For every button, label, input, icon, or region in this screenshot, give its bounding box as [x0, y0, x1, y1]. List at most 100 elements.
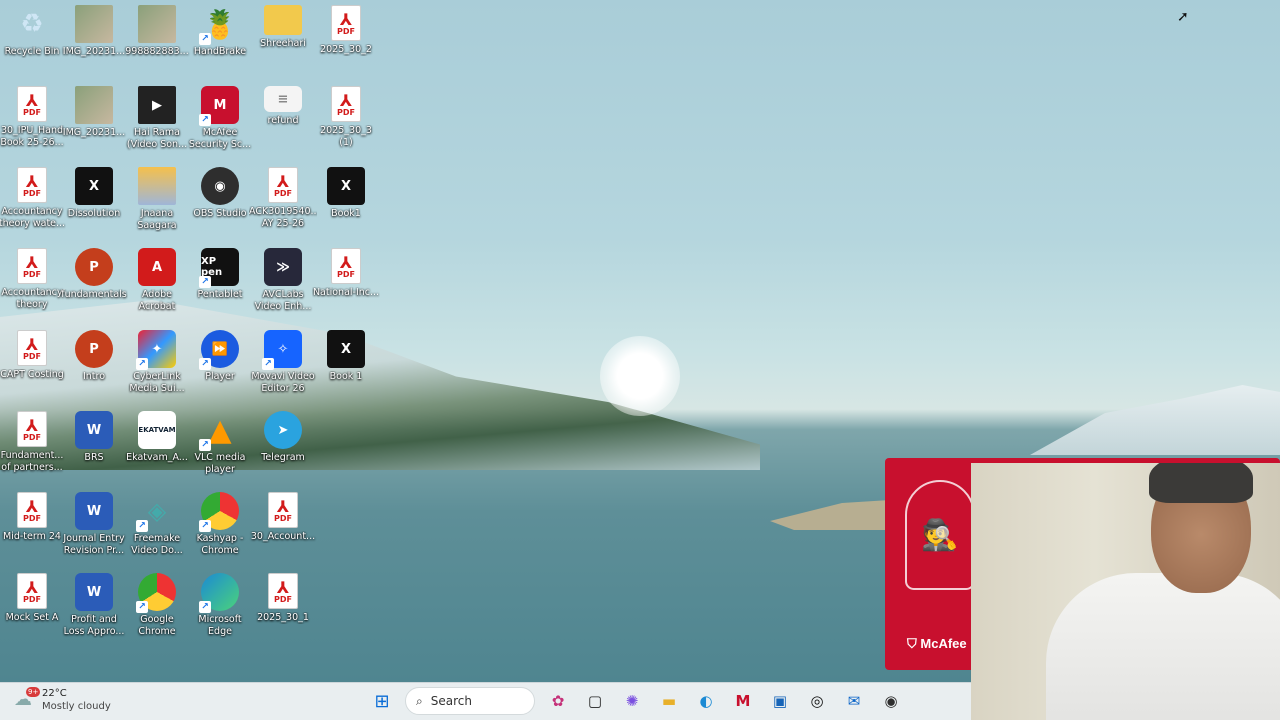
word-file-icon: W — [75, 492, 113, 530]
dell-icon: ◎ — [810, 692, 824, 710]
word-file-icon: W — [75, 411, 113, 449]
desktop-icon-freemake[interactable]: ◈Freemake Video Do... — [125, 492, 189, 557]
powerpoint-file-icon: P — [75, 330, 113, 368]
pdf-file-icon: PDF — [331, 248, 361, 284]
desktop-icon-mock-set-a[interactable]: PDF Mock Set A — [0, 573, 64, 624]
mcafee-logo: ⛉ McAfee — [907, 636, 967, 652]
taskbar-obs-button[interactable]: ◉ — [877, 687, 905, 715]
desktop-icon-pentablet[interactable]: XP penPentablet — [188, 248, 252, 301]
desktop-icon-img-1[interactable]: IMG_20231... — [62, 5, 126, 58]
desktop-icon-book1[interactable]: X Book1 — [314, 167, 378, 220]
desktop-icon-google-chrome[interactable]: Google Chrome — [125, 573, 189, 638]
wallpaper-sandbar — [770, 500, 890, 530]
desktop-icon-30-account[interactable]: PDF 30_Account... — [251, 492, 315, 543]
desktop-icon-img-3[interactable]: IMG_20231... — [62, 86, 126, 139]
desktop-icon-ekatvam[interactable]: EKATVAM Ekatvam_A... — [125, 411, 189, 464]
desktop-icon-avclabs[interactable]: ≫ AVCLabs Video Enh... — [251, 248, 315, 313]
desktop-icon-obs-studio[interactable]: ◉ OBS Studio — [188, 167, 252, 220]
document-file-icon: ≡ — [264, 86, 302, 112]
weather-temperature: 22°C — [42, 688, 67, 699]
desktop-icon-label: Google Chrome — [138, 614, 176, 637]
desktop-icon-cyberlink[interactable]: ✦CyberLink Media Sui... — [125, 330, 189, 395]
desktop-icon-player[interactable]: ⏩Player — [188, 330, 252, 383]
recycle-bin-icon: ♻ — [20, 9, 44, 39]
desktop-icon-national-inc[interactable]: PDF National-Inc... — [313, 248, 379, 299]
desktop-icon-label: 2025_30_1 — [257, 612, 309, 623]
weather-condition: Mostly cloudy — [42, 701, 111, 712]
cloud-icon: ☁ 9+ — [14, 687, 41, 710]
desktop-icon-refund[interactable]: ≡ refund — [251, 86, 315, 127]
taskbar-center: ⊞ ⌕ Search ✿ ▢ ✺ ▬ ◐ M ▣ ◎ ✉ ◉ — [368, 687, 905, 715]
desktop-icon-pdf-2025-30-2[interactable]: PDF 2025_30_2 — [314, 5, 378, 56]
desktop-icon-jnaana-saagara[interactable]: Jnaana Saagara — [125, 167, 189, 232]
desktop-icon-label: 998882883... — [125, 46, 189, 57]
desktop-icon-pdf-2025-30-1[interactable]: PDF 2025_30_1 — [251, 573, 315, 624]
taskbar-copilot-button[interactable]: ✺ — [618, 687, 646, 715]
folder-icon — [264, 5, 302, 35]
desktop-icon-label: Pentablet — [197, 289, 243, 300]
pdf-file-icon: PDF — [268, 573, 298, 609]
desktop-icon-fundamentals[interactable]: Pfundamentals — [61, 248, 127, 301]
desktop-icon-handbrake[interactable]: 🍍HandBrake — [188, 5, 252, 58]
desktop-icon-accountancy-theory-wate[interactable]: PDF Accountancy theory wate... — [0, 167, 65, 230]
desktop-icon-hai-rama[interactable]: ▶ Hai Rama (Video Son... — [125, 86, 189, 151]
search-placeholder: Search — [430, 694, 472, 708]
taskbar-mcafee-button[interactable]: M — [729, 687, 757, 715]
desktop-icon-adobe-acrobat[interactable]: A Adobe Acrobat — [125, 248, 189, 313]
desktop-icon-book-1[interactable]: X Book 1 — [314, 330, 378, 383]
obs-icon: ◉ — [884, 692, 898, 710]
desktop-icon-label: IMG_20231... — [62, 127, 126, 138]
desktop-icon-label: 2025_30_3 (1) — [320, 125, 372, 148]
desktop-icon-label: CAPT Costing — [0, 369, 64, 380]
desktop-icon-ack-pdf[interactable]: PDF ACK3019540... AY 25-26 — [249, 167, 317, 230]
desktop-icon-accountancy-theory[interactable]: PDF Accountancy theory — [0, 248, 64, 311]
taskbar-dell-button[interactable]: ◎ — [803, 687, 831, 715]
widgets-icon: ✿ — [551, 692, 565, 710]
pdf-file-icon: PDF — [268, 167, 298, 203]
desktop-icon-label: Microsoft Edge — [198, 614, 242, 637]
desktop-icon-label: Intro — [82, 371, 106, 382]
desktop-icon-brs[interactable]: W BRS — [62, 411, 126, 464]
desktop-icon-label: Adobe Acrobat — [138, 289, 176, 312]
desktop-icon-kashyap-chrome[interactable]: Kashyap - Chrome — [188, 492, 252, 557]
desktop-icon-mcafee[interactable]: MMcAfee Security Sc... — [188, 86, 252, 151]
desktop-icon-intro[interactable]: P Intro — [62, 330, 126, 383]
taskbar-task-view-button[interactable]: ▢ — [581, 687, 609, 715]
xp-pen-icon: XP pen — [199, 248, 239, 288]
taskbar-file-explorer-button[interactable]: ▬ — [655, 687, 683, 715]
desktop-icon-movavi[interactable]: ✧Movavi Video Editor 26 — [251, 330, 315, 395]
cyberlink-icon: ✦ — [136, 330, 176, 370]
desktop-icon-profit-loss[interactable]: W Profit and Loss Appro... — [62, 573, 126, 638]
desktop-icon-shreehari[interactable]: Shreehari — [251, 5, 315, 50]
wallpaper-right-hill — [1030, 385, 1280, 455]
desktop-icon-img-2[interactable]: 998882883... — [125, 5, 189, 58]
desktop-icon-recycle-bin[interactable]: ♻ Recycle Bin — [0, 5, 64, 58]
desktop-icon-label: IMG_20231... — [62, 46, 126, 57]
weather-widget[interactable]: ☁ 9+ 22°C Mostly cloudy — [14, 687, 111, 713]
taskbar-edge-button[interactable]: ◐ — [692, 687, 720, 715]
desktop-icon-capt-costing[interactable]: PDF CAPT Costing — [0, 330, 64, 381]
mcafee-shield-icon: ⛉ — [907, 636, 917, 651]
desktop-icon-pdf-2025-30-3[interactable]: PDF 2025_30_3 (1) — [314, 86, 378, 149]
taskbar-widgets-button[interactable]: ✿ — [544, 687, 572, 715]
taskbar-search[interactable]: ⌕ Search — [405, 687, 535, 715]
mouse-cursor-icon: ➚ — [1177, 9, 1189, 25]
desktop-icon-vlc[interactable]: ▲VLC media player — [188, 411, 252, 476]
desktop-icon-microsoft-edge[interactable]: Microsoft Edge — [188, 573, 252, 638]
start-button[interactable]: ⊞ — [368, 687, 396, 715]
image-file-icon — [75, 86, 113, 124]
desktop-icon-telegram[interactable]: ➤ Telegram — [251, 411, 315, 464]
mcafee-hacker-icon: 🕵 — [905, 480, 975, 590]
desktop-icon-fundamentals-partners[interactable]: PDF Fundament... of partners... — [0, 411, 64, 474]
taskbar-store-button[interactable]: ▣ — [766, 687, 794, 715]
image-file-icon — [75, 5, 113, 43]
edge-icon: ◐ — [699, 692, 713, 710]
desktop-icon-label: CyberLink Media Sui... — [129, 371, 185, 394]
pdf-file-icon: PDF — [331, 86, 361, 122]
desktop-icon-ipu-handbook[interactable]: PDF 30_IPU_Hand Book 25-26... — [0, 86, 64, 149]
desktop-icon-journal-entry[interactable]: W Journal Entry Revision Pr... — [62, 492, 126, 557]
desktop-icon-dissolution[interactable]: X Dissolution — [62, 167, 126, 220]
desktop-icon-mid-term-24[interactable]: PDF Mid-term 24 — [0, 492, 64, 543]
chrome-icon — [136, 573, 176, 613]
taskbar-outlook-button[interactable]: ✉ — [840, 687, 868, 715]
